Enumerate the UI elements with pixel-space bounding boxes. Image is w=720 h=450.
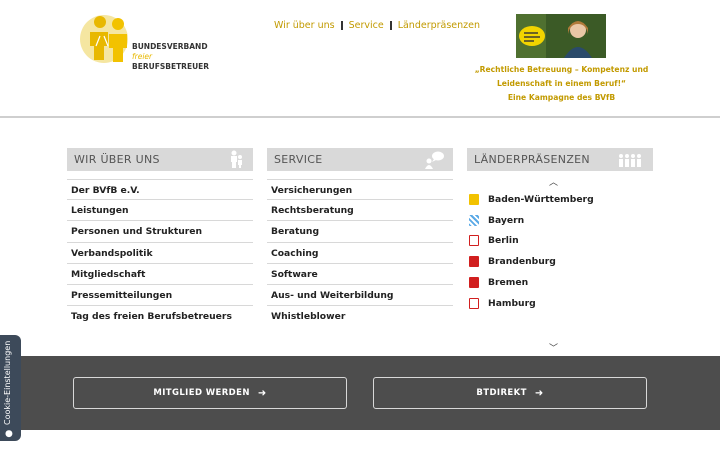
- chevron-down-icon[interactable]: ﹀: [549, 341, 558, 354]
- column-service: SERVICE Versicherungen Rechtsberatung Be…: [267, 148, 453, 327]
- arrow-right-icon: ➜: [257, 387, 267, 399]
- link-leistungen[interactable]: Leistungen: [67, 200, 253, 222]
- site-header: BUNDESVERBAND freier BERUFSBETREUER Wir …: [0, 0, 720, 118]
- nav-separator: [389, 21, 392, 30]
- column-wir-ueber-uns: WIR ÜBER UNS Der BVfB e.V. Leistungen Pe…: [67, 148, 253, 327]
- link-tag-des-freien-berufsbetreuers[interactable]: Tag des freien Berufsbetreuers: [67, 306, 253, 327]
- about-link-list: Der BVfB e.V. Leistungen Personen und St…: [67, 179, 253, 327]
- topnav-service[interactable]: Service: [349, 20, 384, 31]
- link-pressemitteilungen[interactable]: Pressemitteilungen: [67, 285, 253, 307]
- link-personen-strukturen[interactable]: Personen und Strukturen: [67, 221, 253, 243]
- campaign-image[interactable]: [516, 14, 606, 58]
- logo-wordmark: BUNDESVERBAND freier BERUFSBETREUER: [132, 42, 210, 71]
- coat-of-arms-icon: [469, 277, 479, 289]
- mitglied-werden-button[interactable]: MITGLIED WERDEN ➜: [73, 377, 347, 409]
- topnav-laenderpraesenzen[interactable]: Länderpräsenzen: [398, 20, 480, 31]
- link-software[interactable]: Software: [267, 264, 453, 285]
- top-navigation: Wir über uns Service Länderpräsenzen: [274, 20, 480, 31]
- campaign-caption[interactable]: „Rechtliche Betreuung – Kompetenz und Le…: [474, 63, 649, 105]
- link-beratung[interactable]: Beratung: [267, 221, 453, 243]
- service-link-list: Versicherungen Rechtsberatung Beratung C…: [267, 179, 453, 327]
- column-heading: LÄNDERPRÄSENZEN: [467, 148, 653, 171]
- btdirekt-button[interactable]: BTDIREKT ➜: [373, 377, 647, 409]
- column-title: SERVICE: [274, 153, 323, 166]
- land-item-hamburg[interactable]: Hamburg: [467, 293, 653, 314]
- link-versicherungen[interactable]: Versicherungen: [267, 179, 453, 201]
- land-item-bremen[interactable]: Bremen: [467, 272, 653, 293]
- land-item-berlin[interactable]: Berlin: [467, 231, 653, 252]
- cta-band: MITGLIED WERDEN ➜ BTDIREKT ➜: [0, 356, 720, 430]
- column-laenderpraesenzen: LÄNDERPRÄSENZEN ︿ Baden-Württemberg Baye…: [467, 148, 653, 354]
- link-verbandspolitik[interactable]: Verbandspolitik: [67, 243, 253, 264]
- column-title: WIR ÜBER UNS: [74, 153, 160, 166]
- link-rechtsberatung[interactable]: Rechtsberatung: [267, 200, 453, 222]
- logo-figures-icon: [80, 15, 128, 63]
- chevron-up-icon[interactable]: ︿: [549, 175, 558, 188]
- land-item-brandenburg[interactable]: Brandenburg: [467, 251, 653, 272]
- arrow-right-icon: ➜: [534, 387, 544, 399]
- column-title: LÄNDERPRÄSENZEN: [474, 153, 590, 166]
- link-der-bvfb[interactable]: Der BVfB e.V.: [67, 179, 253, 201]
- link-aus-und-weiterbildung[interactable]: Aus- und Weiterbildung: [267, 285, 453, 307]
- laender-list[interactable]: ︿ Baden-Württemberg Bayern Berlin Brande…: [467, 175, 653, 354]
- people-icon: [231, 150, 242, 168]
- link-mitgliedschaft[interactable]: Mitgliedschaft: [67, 264, 253, 285]
- land-item-bayern[interactable]: Bayern: [467, 210, 653, 231]
- cookie-icon: ●: [5, 429, 13, 439]
- nav-separator: [340, 21, 343, 30]
- chat-person-icon: [425, 151, 444, 169]
- group-people-icon: [619, 154, 641, 167]
- column-heading: WIR ÜBER UNS: [67, 148, 253, 171]
- coat-of-arms-icon: [469, 297, 479, 309]
- link-coaching[interactable]: Coaching: [267, 243, 453, 264]
- coat-of-arms-icon: [469, 193, 479, 205]
- coat-of-arms-icon: [469, 235, 479, 247]
- land-item-baden-wuerttemberg[interactable]: Baden-Württemberg: [467, 189, 653, 210]
- link-whistleblower[interactable]: Whistleblower: [267, 306, 453, 327]
- cookie-settings-tab[interactable]: Cookie-Einstellungen ●: [0, 335, 21, 441]
- coat-of-arms-icon: [469, 256, 479, 268]
- bvfb-logo[interactable]: BUNDESVERBAND freier BERUFSBETREUER: [80, 12, 210, 72]
- campaign-photo-icon: [516, 14, 606, 58]
- coat-of-arms-icon: [469, 214, 479, 226]
- column-heading: SERVICE: [267, 148, 453, 171]
- topnav-wir-ueber-uns[interactable]: Wir über uns: [274, 20, 335, 31]
